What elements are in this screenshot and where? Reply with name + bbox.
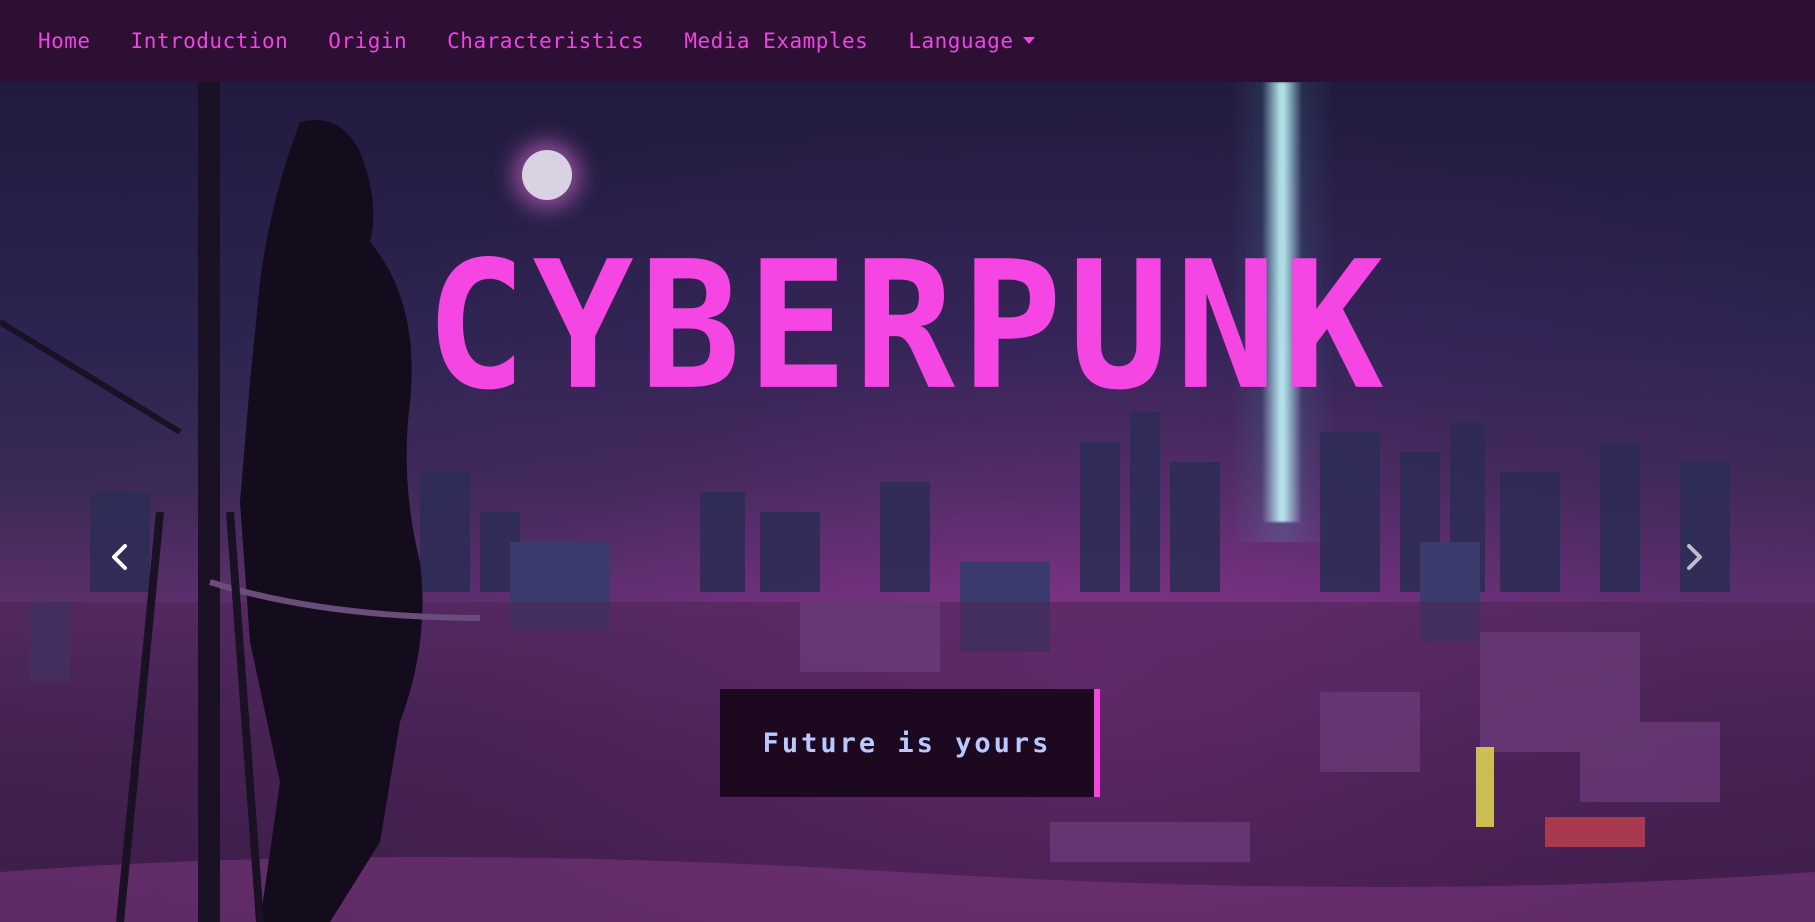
nav-home[interactable]: Home xyxy=(38,29,91,53)
hero-carousel: CYBERPUNK Future is yours xyxy=(0,82,1815,922)
nav-introduction[interactable]: Introduction xyxy=(131,29,289,53)
nav-characteristics[interactable]: Characteristics xyxy=(447,29,644,53)
carousel-prev-button[interactable] xyxy=(100,532,140,582)
hero-title: CYBERPUNK xyxy=(425,223,1390,429)
nav-language-label: Language xyxy=(908,29,1014,53)
navbar: Home Introduction Origin Characteristics… xyxy=(0,0,1815,82)
tagline-box: Future is yours xyxy=(720,689,1100,797)
chevron-right-icon xyxy=(1687,544,1702,570)
caret-down-icon xyxy=(1023,36,1036,44)
tagline: Future is yours xyxy=(762,727,1052,759)
chevron-left-icon xyxy=(112,544,127,570)
carousel-next-button[interactable] xyxy=(1674,532,1714,582)
moon xyxy=(522,150,572,200)
nav-media-examples[interactable]: Media Examples xyxy=(684,29,868,53)
nav-origin[interactable]: Origin xyxy=(328,29,407,53)
nav-language-dropdown[interactable]: Language xyxy=(908,29,1036,53)
samurai-silhouette xyxy=(0,82,480,922)
